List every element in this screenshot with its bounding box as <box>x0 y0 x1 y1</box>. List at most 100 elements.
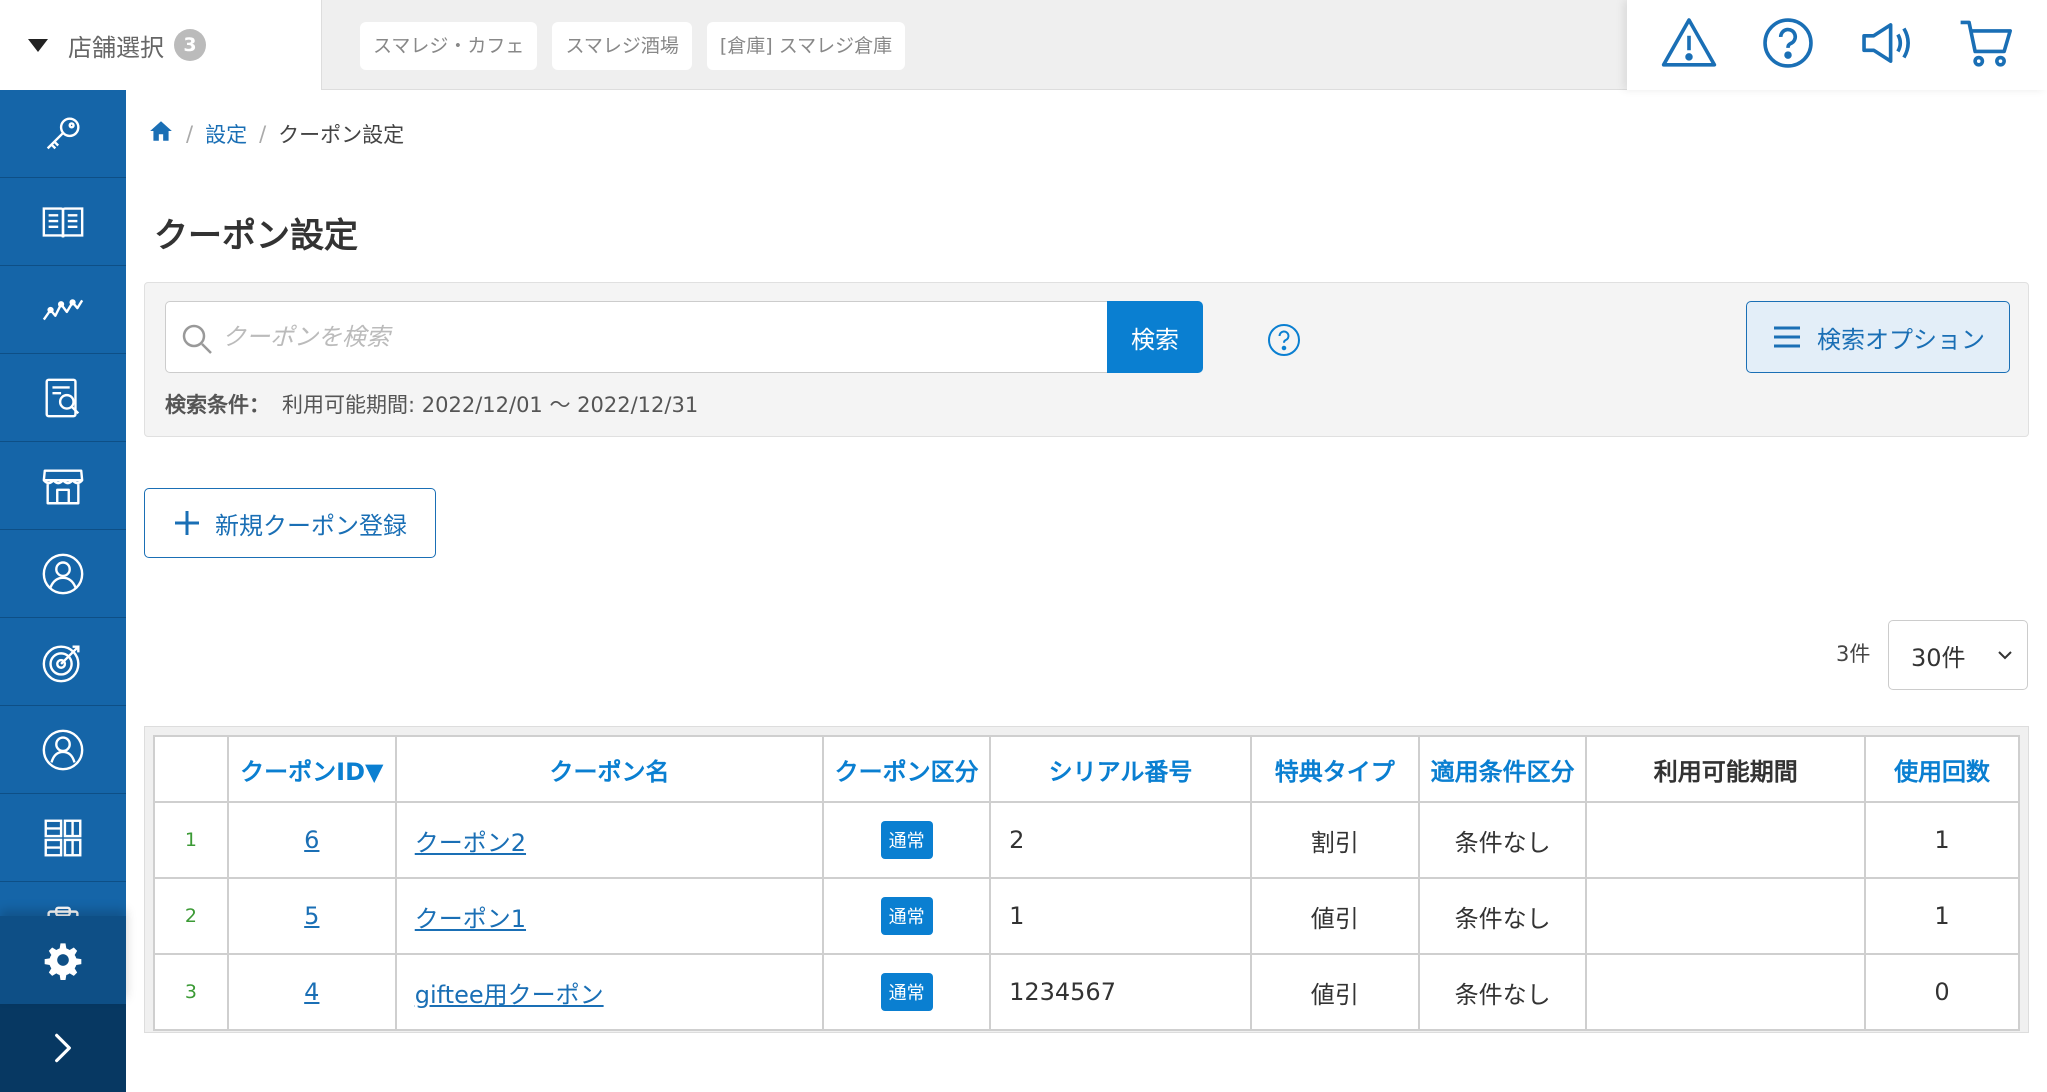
coupon-category-cell: 通常 <box>822 953 992 1031</box>
search-help-icon[interactable] <box>1267 323 1301 357</box>
breadcrumb-current: クーポン設定 <box>278 122 405 147</box>
coupon-name-link[interactable]: giftee用クーポン <box>415 981 604 1009</box>
coupon-category-badge: 通常 <box>880 821 933 859</box>
coupon-id-cell: 4 <box>226 953 397 1031</box>
sidebar-bottom <box>0 916 126 1092</box>
store-tabs: スマレジ・カフェ スマレジ酒場 [倉庫] スマレジ倉庫 <box>360 22 906 70</box>
store-count-badge: 3 <box>174 29 206 61</box>
plus-icon <box>175 511 199 535</box>
coupon-category-cell: 通常 <box>822 877 992 955</box>
search-options-button[interactable]: 検索オプション <box>1746 301 2010 373</box>
benefit-type-cell: 割引 <box>1249 801 1420 879</box>
announcement-icon[interactable] <box>1858 14 1916 76</box>
sidebar-item-chart[interactable] <box>0 266 126 354</box>
col-coupon-category[interactable]: クーポン区分 <box>822 735 992 803</box>
per-page-value: 30件 <box>1911 643 1966 672</box>
coupon-category-cell: 通常 <box>822 801 992 879</box>
condition-type-cell: 条件なし <box>1417 877 1588 955</box>
search-icon <box>182 324 212 354</box>
main-content: / 設定 / クーポン設定 クーポン設定 検索 検索オプション 検索条件： 利用可… <box>126 90 2047 1092</box>
table-header-row: クーポンID▼ クーポン名 クーポン区分 シリアル番号 特典タイプ 適用条件区分… <box>153 735 2020 803</box>
chart-icon <box>42 298 84 320</box>
search-condition-value: 利用可能期間: 2022/12/01 〜 2022/12/31 <box>282 393 699 417</box>
new-coupon-label: 新規クーポン登録 <box>215 511 407 540</box>
chevron-right-icon <box>55 1033 71 1063</box>
coupon-id-link[interactable]: 6 <box>304 826 319 854</box>
coupon-category-badge: 通常 <box>880 897 933 935</box>
serial-number-cell: 2 <box>989 801 1252 879</box>
result-count: 3件 <box>1836 642 1871 666</box>
sidebar-item-key[interactable] <box>0 90 126 178</box>
search-button[interactable]: 検索 <box>1107 301 1203 373</box>
coupon-id-cell: 6 <box>226 801 397 879</box>
new-coupon-button[interactable]: 新規クーポン登録 <box>144 488 436 558</box>
sidebar-expand-button[interactable] <box>0 1004 126 1092</box>
customer-icon <box>42 553 84 594</box>
serial-number-cell: 1 <box>989 877 1252 955</box>
table-row: 3 4 giftee用クーポン 通常 1234567 値引 条件なし 0 <box>153 953 2020 1031</box>
sidebar-item-grid[interactable] <box>0 794 126 882</box>
coupon-table-container: クーポンID▼ クーポン名 クーポン区分 シリアル番号 特典タイプ 適用条件区分… <box>144 726 2029 1033</box>
usage-count-cell: 1 <box>1864 801 2020 879</box>
gear-icon <box>44 943 82 980</box>
coupon-id-cell: 5 <box>226 877 397 955</box>
help-icon[interactable] <box>1759 14 1817 76</box>
usage-count-cell: 0 <box>1864 953 2020 1031</box>
sidebar-item-store[interactable] <box>0 442 126 530</box>
store-tab-warehouse[interactable]: [倉庫] スマレジ倉庫 <box>706 22 906 70</box>
col-coupon-name[interactable]: クーポン名 <box>394 735 825 803</box>
coupon-category-badge: 通常 <box>880 973 933 1011</box>
chevron-down-icon <box>1998 651 2012 660</box>
menu-icon <box>1774 326 1800 348</box>
sidebar <box>0 90 126 1092</box>
coupon-name-cell: giftee用クーポン <box>394 953 825 1031</box>
col-coupon-id[interactable]: クーポンID▼ <box>226 735 397 803</box>
breadcrumb-settings[interactable]: 設定 <box>205 119 247 149</box>
table-row: 1 6 クーポン2 通常 2 割引 条件なし 1 <box>153 801 2020 879</box>
settings-button[interactable] <box>0 916 126 1004</box>
target-icon <box>42 644 80 682</box>
coupon-name-link[interactable]: クーポン2 <box>415 829 526 857</box>
sidebar-item-staff[interactable] <box>0 706 126 794</box>
per-page-select[interactable]: 30件 <box>1888 620 2028 690</box>
col-serial-number[interactable]: シリアル番号 <box>989 735 1252 803</box>
alert-icon[interactable] <box>1660 14 1718 76</box>
coupon-name-link[interactable]: クーポン1 <box>415 905 526 933</box>
row-index: 1 <box>153 801 229 879</box>
breadcrumb: / 設定 / クーポン設定 <box>148 118 404 149</box>
sidebar-item-customer[interactable] <box>0 530 126 618</box>
top-icon-bar <box>1627 0 2047 90</box>
col-available-period: 利用可能期間 <box>1585 735 1867 803</box>
grid-icon <box>44 819 82 856</box>
search-box <box>165 301 1111 373</box>
coupon-name-cell: クーポン1 <box>394 877 825 955</box>
home-icon[interactable] <box>148 118 174 149</box>
coupon-table: クーポンID▼ クーポン名 クーポン区分 シリアル番号 特典タイプ 適用条件区分… <box>153 735 2020 1031</box>
sidebar-item-report[interactable] <box>0 354 126 442</box>
table-row: 2 5 クーポン1 通常 1 値引 条件なし 1 <box>153 877 2020 955</box>
available-period-cell <box>1585 953 1867 1031</box>
col-benefit-type[interactable]: 特典タイプ <box>1249 735 1420 803</box>
store-tab-cafe[interactable]: スマレジ・カフェ <box>360 22 538 70</box>
store-select-dropdown[interactable]: 店舗選択 3 <box>0 0 322 90</box>
coupon-id-link[interactable]: 5 <box>304 902 319 930</box>
row-index: 2 <box>153 877 229 955</box>
available-period-cell <box>1585 801 1867 879</box>
search-input[interactable] <box>222 302 1102 372</box>
condition-type-cell: 条件なし <box>1417 801 1588 879</box>
coupon-name-cell: クーポン2 <box>394 801 825 879</box>
condition-type-cell: 条件なし <box>1417 953 1588 1031</box>
usage-count-cell: 1 <box>1864 877 2020 955</box>
sidebar-item-target[interactable] <box>0 618 126 706</box>
coupon-id-link[interactable]: 4 <box>304 978 319 1006</box>
search-panel: 検索 検索オプション 検索条件： 利用可能期間: 2022/12/01 〜 202… <box>144 282 2029 437</box>
caret-down-icon <box>28 38 48 52</box>
store-tab-bar[interactable]: スマレジ酒場 <box>552 22 692 70</box>
col-usage-count[interactable]: 使用回数 <box>1864 735 2020 803</box>
benefit-type-cell: 値引 <box>1249 877 1420 955</box>
cart-icon[interactable] <box>1957 14 2015 76</box>
page-title: クーポン設定 <box>154 216 358 256</box>
sidebar-item-book[interactable] <box>0 178 126 266</box>
col-condition-type[interactable]: 適用条件区分 <box>1417 735 1588 803</box>
breadcrumb-separator: / <box>186 121 194 146</box>
